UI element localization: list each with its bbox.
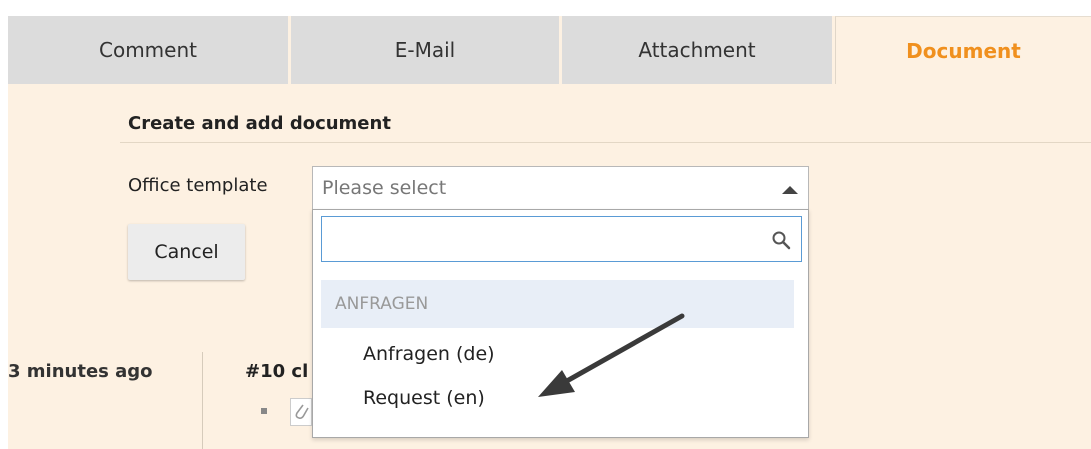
timeline-divider [202, 352, 203, 449]
tab-document[interactable]: Document [835, 16, 1091, 84]
caret-up-icon [782, 186, 798, 194]
tab-bar: Comment E-Mail Attachment Document [8, 16, 1091, 84]
timeline-reference[interactable]: #10 cl [245, 361, 308, 382]
tab-attachment[interactable]: Attachment [562, 16, 832, 84]
attachment-icon[interactable] [290, 398, 312, 426]
office-template-label: Office template [128, 175, 268, 196]
timeline-timestamp: 3 minutes ago [8, 361, 153, 382]
dropdown-search[interactable] [321, 216, 802, 262]
tab-comment[interactable]: Comment [8, 16, 288, 84]
search-icon [771, 230, 791, 250]
dropdown-option-request-en[interactable]: Request (en) [363, 387, 485, 409]
section-divider [120, 142, 1091, 143]
annotation-arrow [538, 313, 685, 397]
dropdown-search-input[interactable] [326, 221, 750, 259]
tab-email[interactable]: E-Mail [291, 16, 559, 84]
dropdown-option-anfragen-de[interactable]: Anfragen (de) [363, 343, 495, 365]
section-title: Create and add document [128, 113, 391, 134]
cancel-button[interactable]: Cancel [128, 224, 245, 280]
select-placeholder: Please select [322, 177, 447, 199]
office-template-select[interactable]: Please select [312, 166, 809, 210]
list-bullet [261, 408, 267, 414]
